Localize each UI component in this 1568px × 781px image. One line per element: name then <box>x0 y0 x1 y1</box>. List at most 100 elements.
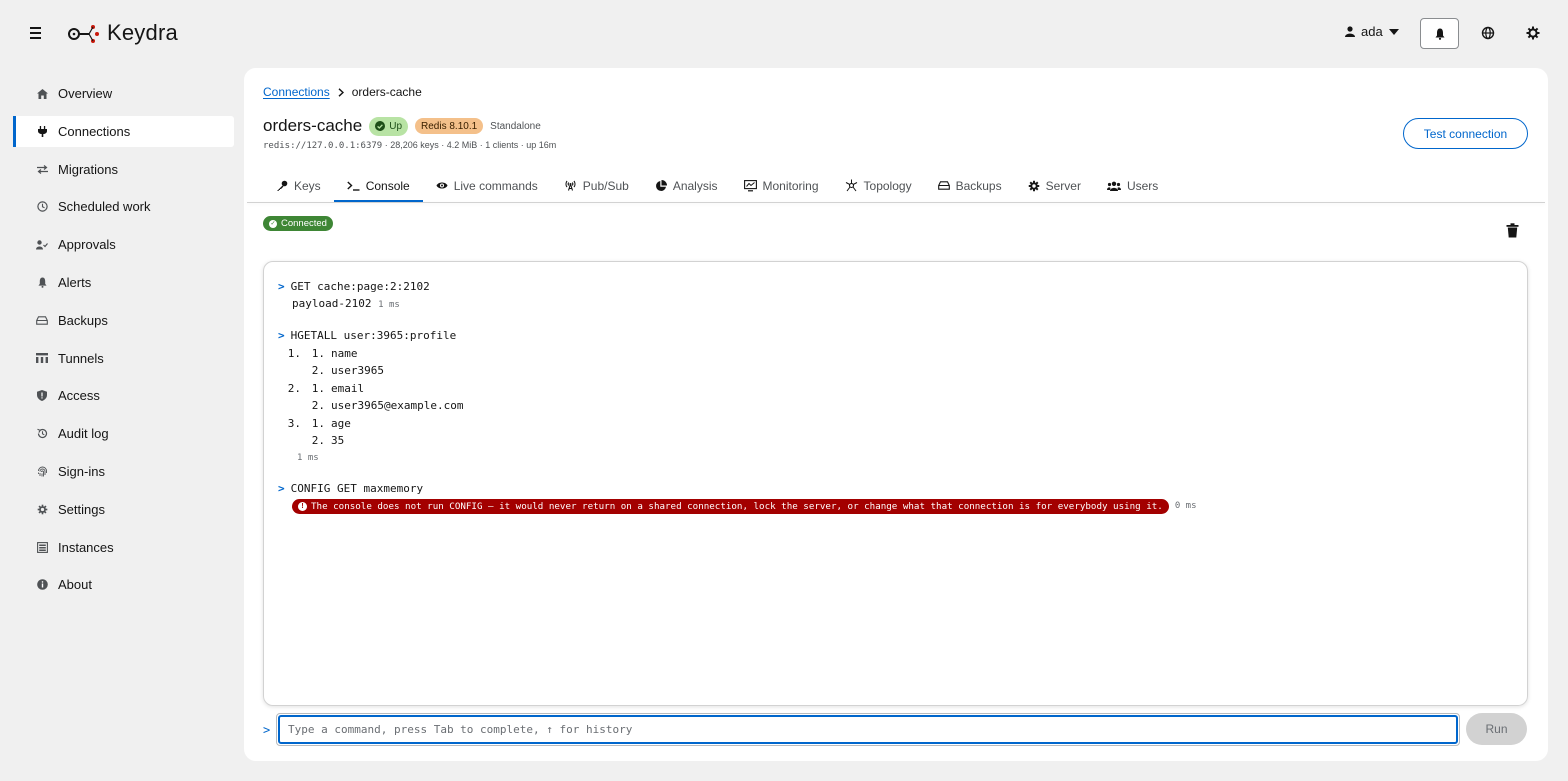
tab-users[interactable]: Users <box>1094 168 1171 203</box>
console-timing: 1 ms <box>297 452 319 463</box>
tab-label: Keys <box>294 178 321 193</box>
pie-chart-icon <box>655 179 667 191</box>
reply-subindex: 2. <box>311 434 325 447</box>
prompt-chevron-icon: > <box>278 279 285 293</box>
sidebar-item-connections[interactable]: Connections <box>13 115 234 147</box>
shield-icon <box>36 390 48 402</box>
tab-console[interactable]: Console <box>333 168 423 203</box>
error-badge: ! The console does not run CONFIG — it w… <box>292 498 1169 514</box>
sidebar-item-migrations[interactable]: Migrations <box>13 154 234 185</box>
gear-icon <box>36 503 48 515</box>
tab-keys[interactable]: Keys <box>263 168 334 203</box>
tab-label: Analysis <box>672 178 718 193</box>
bell-icon <box>36 276 48 288</box>
breadcrumb-current: orders-cache <box>351 85 422 99</box>
tab-label: Monitoring <box>762 178 819 193</box>
command-input[interactable] <box>278 715 1458 744</box>
globe-icon[interactable] <box>1480 25 1496 41</box>
tab-pub-sub[interactable]: Pub/Sub <box>551 168 642 203</box>
network-icon <box>36 352 48 364</box>
sidebar-item-overview[interactable]: Overview <box>13 78 234 109</box>
reply-timing-row: 1 ms <box>278 450 1513 468</box>
connection-header: orders-cache Up Redis 8.10.1 Standalone <box>263 116 541 136</box>
sidebar-item-instances[interactable]: Instances <box>13 532 234 563</box>
sidebar-item-label: Overview <box>58 86 113 101</box>
user-check-icon <box>36 239 48 251</box>
tab-label: Live commands <box>453 178 538 193</box>
reply-value: user3965@example.com <box>331 399 464 412</box>
broadcast-icon <box>565 180 576 191</box>
reply-subindex: 2. <box>311 399 325 412</box>
tab-topology[interactable]: Topology <box>832 168 925 203</box>
reply-list-row: 3. 1. age <box>278 415 1513 433</box>
reply-list-row: 2. user3965@example.com <box>278 397 1513 415</box>
sidebar-item-audit-log[interactable]: Audit log <box>13 418 234 449</box>
prompt-chevron-icon: > <box>278 481 285 495</box>
reply-index: 1. <box>287 346 301 360</box>
reply-value: age <box>331 416 351 430</box>
console-reply: payload-2102 1 ms <box>278 295 1513 315</box>
sidebar-item-label: Backups <box>58 312 108 328</box>
test-connection-button[interactable]: Test connection <box>1403 118 1528 149</box>
clear-console-trash-icon[interactable] <box>1506 223 1519 238</box>
sidebar-item-label: Connections <box>58 123 131 139</box>
eye-icon <box>436 182 448 189</box>
monitor-icon <box>743 179 757 191</box>
topology-icon <box>845 179 857 192</box>
console-command: HGETALL user:3965:profile <box>290 329 457 342</box>
tab-backups[interactable]: Backups <box>925 168 1015 203</box>
reply-subindex: 1. <box>311 346 325 360</box>
user-icon <box>1345 26 1355 37</box>
sidebar-item-label: Approvals <box>58 237 116 253</box>
console-command-line: > GET cache:page:2:2102 <box>278 277 1513 295</box>
reply-list-row: 2. 1. email <box>278 380 1513 398</box>
brand[interactable]: Keydra <box>67 19 178 47</box>
console-timing: 1 ms <box>378 300 400 310</box>
users-icon <box>1106 181 1121 191</box>
sidebar-item-label: Settings <box>58 501 105 517</box>
tab-live-commands[interactable]: Live commands <box>423 168 551 203</box>
sidebar-item-label: Audit log <box>58 426 109 442</box>
tab-label: Backups <box>955 178 1002 193</box>
reply-value: email <box>331 381 365 395</box>
console-entry: > GET cache:page:2:2102 payload-2102 1 m… <box>278 277 1513 315</box>
sidebar-item-tunnels[interactable]: Tunnels <box>13 343 234 374</box>
reply-value: name <box>331 346 358 360</box>
clock-icon <box>36 201 48 213</box>
fingerprint-icon <box>36 465 48 477</box>
tab-label: Pub/Sub <box>582 178 629 193</box>
server-icon <box>36 541 48 553</box>
sidebar-item-approvals[interactable]: Approvals <box>13 229 234 260</box>
user-menu[interactable]: ada <box>1345 24 1399 39</box>
breadcrumb-link-connections[interactable]: Connections <box>263 85 330 99</box>
run-button[interactable]: Run <box>1466 713 1527 745</box>
keydra-logo-icon <box>68 25 99 43</box>
reply-value: 35 <box>331 434 345 447</box>
sidebar-item-settings[interactable]: Settings <box>13 494 234 525</box>
sidebar: Overview Connections Migrations Schedule… <box>13 78 234 607</box>
plug-icon <box>36 125 48 137</box>
tab-server[interactable]: Server <box>1015 168 1094 203</box>
sidebar-item-access[interactable]: Access <box>13 380 234 411</box>
sidebar-item-about[interactable]: About <box>13 569 234 600</box>
console-command: GET cache:page:2:2102 <box>290 279 430 293</box>
console-result: payload-2102 <box>292 297 372 310</box>
settings-gear-icon[interactable] <box>1525 25 1541 41</box>
tab-monitoring[interactable]: Monitoring <box>731 168 832 203</box>
reply-list-row: 2. user3965 <box>278 362 1513 380</box>
console-reply: 1. 1. name 2. user3965 2. 1. email 2. us… <box>278 345 1513 468</box>
sidebar-item-sign-ins[interactable]: Sign-ins <box>13 456 234 487</box>
sidebar-item-alerts[interactable]: Alerts <box>13 267 234 298</box>
reply-subindex: 1. <box>311 381 325 395</box>
input-prompt-chevron-icon: > <box>263 723 271 737</box>
tab-analysis[interactable]: Analysis <box>642 168 731 203</box>
status-badge-label: Up <box>389 120 403 132</box>
info-icon <box>36 579 48 591</box>
notifications-button[interactable] <box>1420 18 1459 49</box>
chevron-right-icon <box>338 87 344 97</box>
sidebar-item-backups[interactable]: Backups <box>13 305 234 336</box>
reply-value: user3965 <box>331 364 384 377</box>
sidebar-item-scheduled-work[interactable]: Scheduled work <box>13 191 234 222</box>
menu-toggle-icon[interactable] <box>30 25 42 41</box>
connected-badge-label: Connected <box>281 218 327 229</box>
